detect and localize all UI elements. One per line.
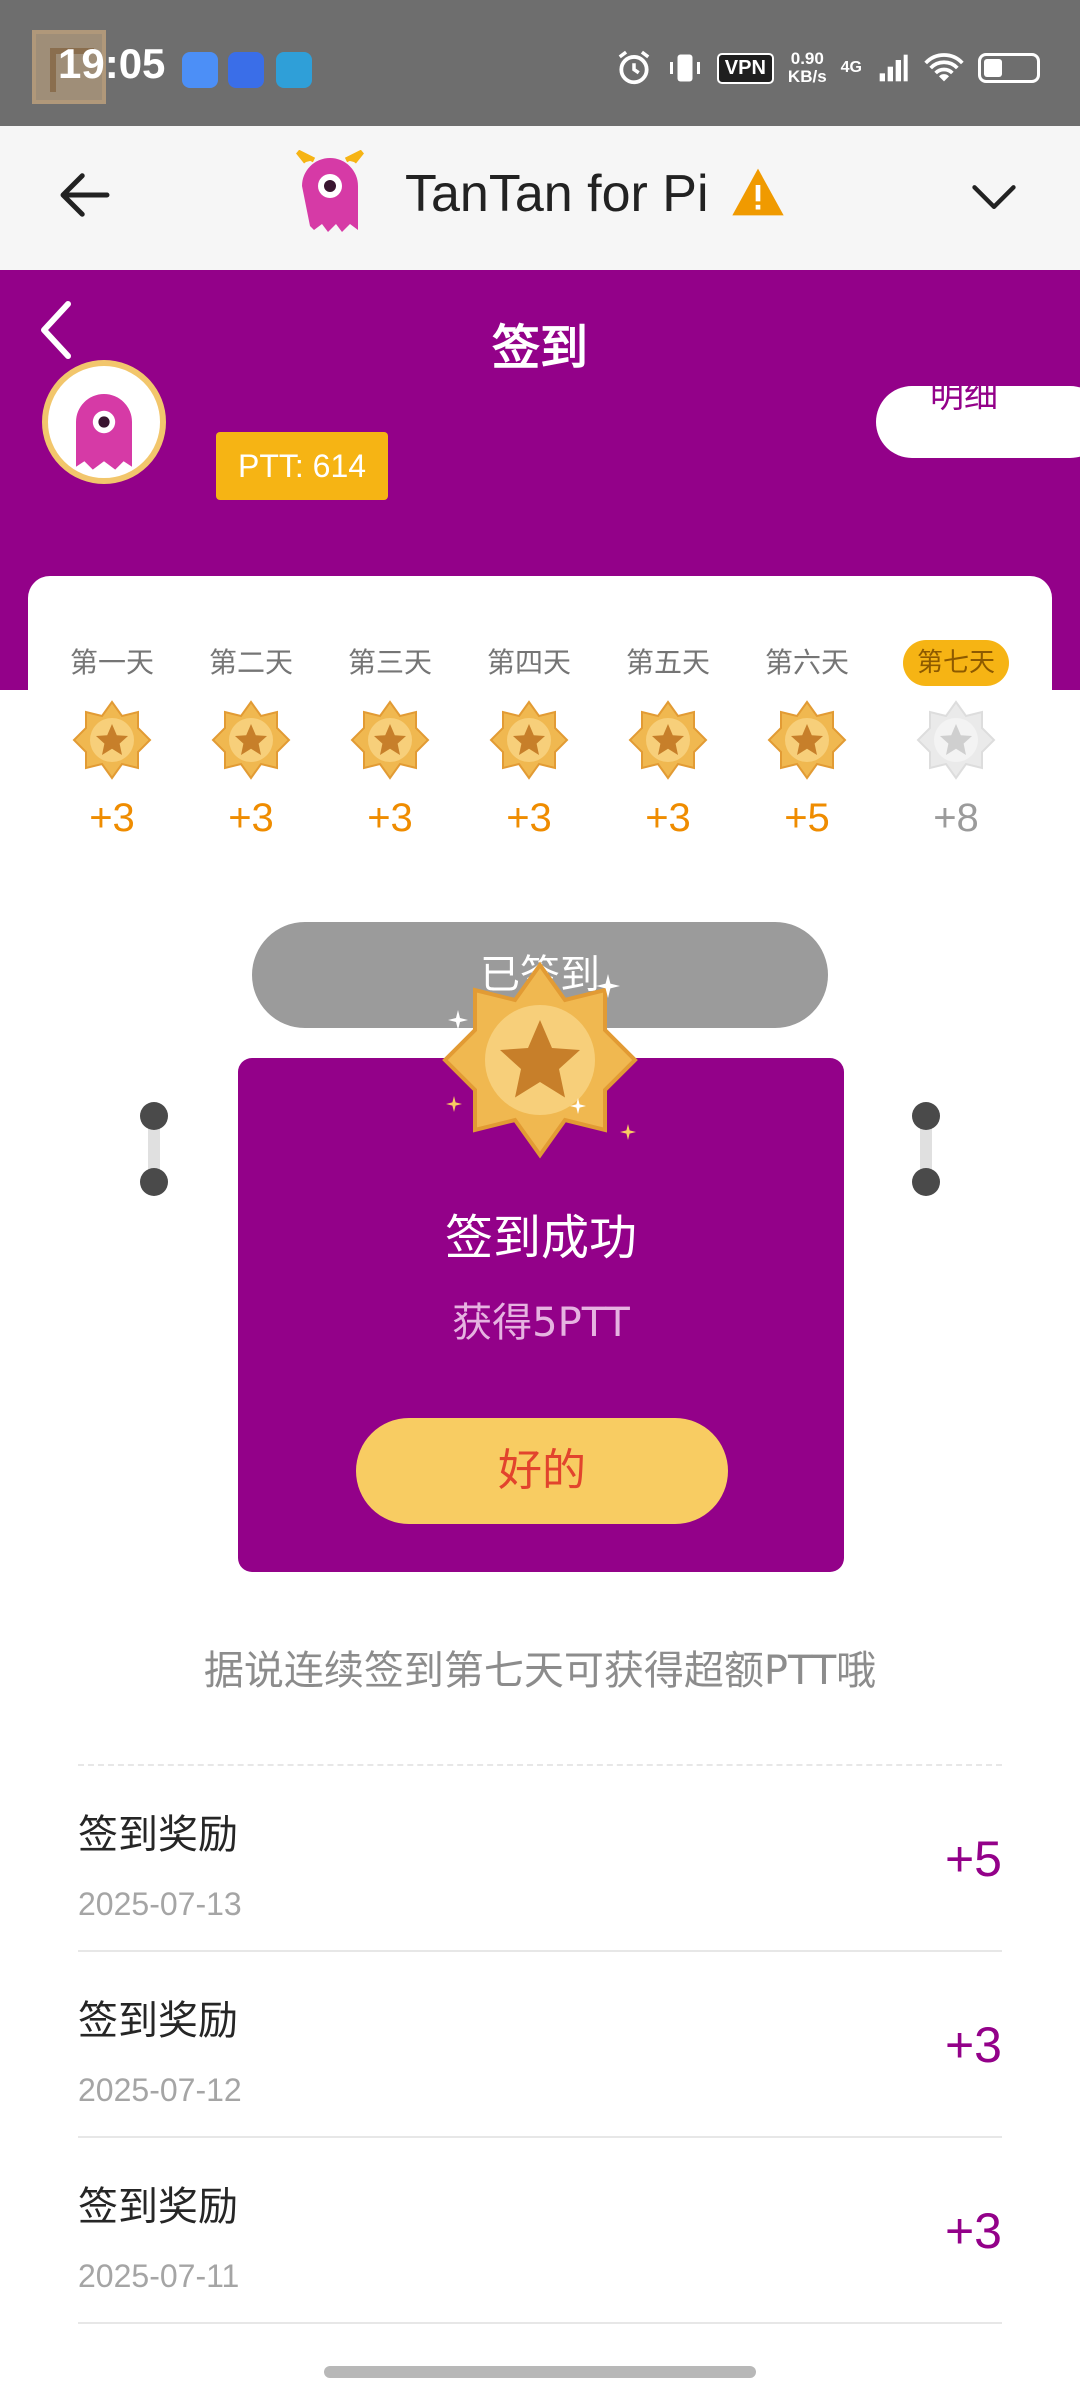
status-indicators: VPN 0.90 KB/s 4G: [615, 44, 1040, 92]
network-speed: 0.90 KB/s: [788, 50, 827, 86]
ptt-balance-badge: PTT: 614: [216, 432, 388, 500]
day-points: +5: [784, 796, 830, 840]
sparkle-icon: [620, 1124, 636, 1140]
day-item: 第四天 +3: [469, 640, 589, 841]
badge-star-icon: [350, 700, 430, 780]
day-points: +3: [89, 796, 135, 840]
vibrate-icon: [669, 54, 700, 82]
baidu-notification-icon: [228, 52, 264, 88]
sparkle-icon: [596, 974, 620, 998]
list-item: 签到奖励 2025-07-12 +3: [78, 1954, 1002, 2138]
record-title: 签到奖励: [78, 1812, 238, 1858]
record-points: +5: [944, 1831, 1002, 1887]
day-item: 第六天 +5: [747, 640, 867, 841]
badge-star-icon: [72, 700, 152, 780]
list-item: 签到奖励 2025-07-11 +3: [78, 2140, 1002, 2324]
speed-unit: KB/s: [787, 67, 827, 86]
detail-button[interactable]: 明细: [876, 386, 1080, 458]
wifi-icon: [924, 53, 964, 82]
day-label: 第五天: [625, 646, 710, 679]
page-title: 签到: [491, 320, 588, 376]
sparkle-icon: [570, 1098, 586, 1114]
badge-star-grey-icon: [916, 700, 996, 780]
day-label-active: 第七天: [903, 640, 1009, 686]
record-date: 2025-07-11: [78, 2258, 240, 2294]
battery-icon: [978, 53, 1040, 83]
signal-icon: [879, 54, 908, 82]
record-date: 2025-07-13: [78, 1886, 242, 1922]
app-title: TanTan for Pi: [405, 165, 709, 223]
day-points: +3: [367, 796, 413, 840]
day-item: 第五天 +3: [608, 640, 728, 841]
chevron-down-icon[interactable]: [968, 170, 1020, 222]
avatar[interactable]: [42, 360, 166, 484]
warning-icon[interactable]: [730, 164, 786, 220]
day-label: 第三天: [347, 646, 432, 679]
status-bar: 19:05 VPN 0.90 KB/s 4G: [0, 0, 1080, 126]
day-label: 第二天: [208, 646, 293, 679]
badge-star-icon: [211, 700, 291, 780]
record-points: +3: [944, 2203, 1002, 2259]
notification-app-icon: [182, 52, 218, 88]
popup-hinge-left: [138, 1102, 170, 1198]
day-item: 第二天 +3: [191, 640, 311, 841]
record-title: 签到奖励: [78, 2184, 238, 2230]
day-points: +8: [933, 796, 979, 840]
day-item: 第一天 +3: [52, 640, 172, 841]
sparkle-icon: [446, 1096, 462, 1112]
divider: [78, 2136, 1002, 2138]
vpn-badge: VPN: [716, 52, 774, 84]
day-strip: 第一天 +3 第二天 +3 第三天 +3 第四天 +3 第五天 +3 第六天 +…: [0, 640, 1080, 860]
record-points: +3: [944, 2017, 1002, 2073]
popup-title: 签到成功: [444, 1210, 637, 1266]
sparkle-icon: [448, 1010, 468, 1030]
record-date: 2025-07-12: [78, 2072, 242, 2108]
day-points: +3: [645, 796, 691, 840]
day-label: 第六天: [764, 646, 849, 679]
popup-hinge-right: [910, 1102, 942, 1198]
checkin-hint: 据说连续签到第七天可获得超额PTT哦: [203, 1648, 877, 1694]
status-time: 19:05: [58, 40, 166, 87]
back-arrow-icon[interactable]: [52, 162, 118, 228]
popup-subtitle: 获得5PTT: [452, 1300, 630, 1346]
app-header: TanTan for Pi: [0, 126, 1080, 270]
day-label: 第一天: [69, 646, 154, 679]
app-logo-icon: [296, 150, 364, 232]
day-label: 第四天: [486, 646, 571, 679]
network-type: 4G: [840, 59, 862, 76]
alarm-icon: [618, 50, 650, 85]
app-notification-icon: [276, 52, 312, 88]
day-item: 第三天 +3: [330, 640, 450, 841]
record-title: 签到奖励: [78, 1998, 238, 2044]
avatar-monster-icon: [76, 394, 132, 470]
home-indicator[interactable]: [324, 2366, 756, 2378]
speed-value: 0.90: [790, 49, 824, 68]
divider: [78, 2322, 1002, 2324]
badge-star-icon: [628, 700, 708, 780]
ok-button[interactable]: 好的: [356, 1418, 728, 1524]
divider: [78, 1950, 1002, 1952]
day-points: +3: [228, 796, 274, 840]
day-item-today: 第七天 +8: [896, 640, 1016, 841]
badge-star-icon: [489, 700, 569, 780]
badge-star-icon: [767, 700, 847, 780]
divider: [78, 1764, 1002, 1766]
day-points: +3: [506, 796, 552, 840]
list-item: 签到奖励 2025-07-13 +5: [78, 1768, 1002, 1952]
